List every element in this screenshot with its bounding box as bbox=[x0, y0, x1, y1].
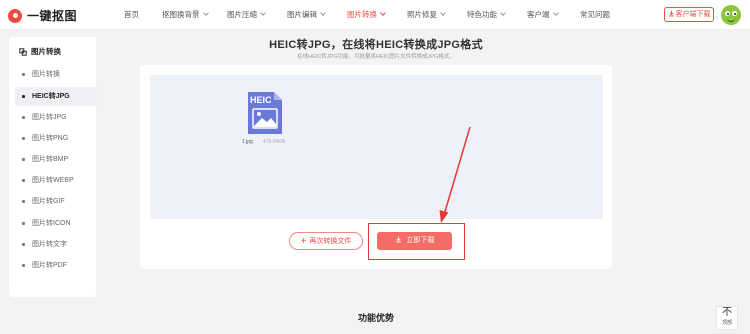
sidebar-item-to-gif[interactable]: 图片转GIF bbox=[15, 192, 97, 211]
logo-icon bbox=[8, 8, 22, 23]
sidebar-item-to-text[interactable]: 图片转文字 bbox=[15, 235, 97, 254]
chevron-down-icon bbox=[380, 10, 386, 16]
sidebar-title: 图片转换 bbox=[19, 46, 61, 57]
file-name: 1.jpg bbox=[242, 139, 253, 145]
nav-label: 图片压缩 bbox=[227, 10, 257, 19]
avatar[interactable] bbox=[721, 5, 741, 25]
site-logo[interactable]: 一键抠图 bbox=[8, 7, 77, 24]
nav-item-image-convert[interactable]: 图片转换 bbox=[347, 0, 386, 30]
nav-label: 图片编辑 bbox=[287, 10, 317, 19]
nav-item-photo-repair[interactable]: 照片修复 bbox=[407, 0, 446, 30]
nav-label: 首页 bbox=[124, 10, 139, 19]
avatar-mouth bbox=[727, 18, 735, 22]
nav-item-special-features[interactable]: 特色功能 bbox=[467, 0, 506, 30]
nav-item-image-edit[interactable]: 图片编辑 bbox=[287, 0, 326, 30]
back-to-top-icon: 不 bbox=[722, 307, 732, 318]
sidebar-item-to-bmp[interactable]: 图片转BMP bbox=[15, 150, 97, 169]
nav-item-faq[interactable]: 常见问题 bbox=[580, 0, 610, 30]
download-icon bbox=[668, 10, 674, 17]
convert-again-label: 再次转换文件 bbox=[309, 238, 352, 245]
sidebar-item-heic-to-jpg[interactable]: HEIC转JPG bbox=[15, 87, 97, 106]
features-section-title: 功能优势 bbox=[357, 313, 394, 323]
nav-label: 照片修复 bbox=[407, 10, 437, 19]
top-header: 一键抠图 首页 抠图换背景 图片压缩 图片编辑 图片转换 照片修复 特色功能 客… bbox=[0, 0, 750, 30]
convert-again-button[interactable]: + 再次转换文件 bbox=[289, 232, 363, 250]
sidebar-item-to-jpg[interactable]: 图片转JPG bbox=[15, 108, 97, 127]
chevron-down-icon bbox=[260, 10, 266, 16]
page-title: HEIC转JPG，在线将HEIC转换成JPG格式 bbox=[269, 39, 483, 51]
sidebar-item-to-webp[interactable]: 图片转WEBP bbox=[15, 171, 97, 190]
avatar-eye bbox=[732, 11, 737, 16]
plus-icon: + bbox=[300, 236, 307, 247]
chevron-down-icon bbox=[440, 10, 446, 16]
chevron-down-icon bbox=[500, 10, 506, 16]
nav-label: 特色功能 bbox=[467, 10, 497, 19]
sidebar-item-to-png[interactable]: 图片转PNG bbox=[15, 129, 97, 148]
nav-label: 图片转换 bbox=[347, 10, 377, 19]
logo-text: 一键抠图 bbox=[27, 9, 78, 23]
nav-label: 抠图换背景 bbox=[162, 10, 200, 19]
back-to-top-label: 顶部 bbox=[721, 320, 732, 326]
sidebar-item-image-convert[interactable]: 图片转换 bbox=[15, 65, 97, 84]
chevron-down-icon bbox=[552, 10, 559, 16]
download-now-button[interactable]: 立即下载 bbox=[377, 232, 452, 250]
file-drop-area[interactable] bbox=[150, 75, 603, 219]
download-now-label: 立即下载 bbox=[406, 237, 435, 244]
nav-item-home[interactable]: 首页 bbox=[124, 0, 139, 30]
nav-item-image-compress[interactable]: 图片压缩 bbox=[227, 0, 266, 30]
chevron-down-icon bbox=[320, 10, 326, 16]
sidebar-title-label: 图片转换 bbox=[31, 47, 61, 56]
heic-file-icon[interactable]: HEIC bbox=[247, 91, 283, 135]
client-download-button[interactable]: 客户端下载 bbox=[664, 7, 714, 22]
nav-label: 客户端 bbox=[527, 10, 550, 19]
sidebar-item-to-pdf[interactable]: 图片转PDF bbox=[15, 256, 97, 275]
download-icon bbox=[395, 236, 401, 243]
nav-label: 常见问题 bbox=[580, 10, 610, 19]
sidebar-item-to-icon[interactable]: 图片转ICON bbox=[15, 214, 97, 233]
convert-icon bbox=[19, 47, 27, 56]
chevron-down-icon bbox=[202, 10, 209, 16]
sidebar: 图片转换 图片转换 HEIC转JPG 图片转JPG 图片转PNG 图片转BMP … bbox=[9, 37, 97, 297]
avatar-eye bbox=[725, 11, 730, 16]
nav-item-client[interactable]: 客户端 bbox=[527, 0, 559, 30]
back-to-top-button[interactable]: 不 顶部 bbox=[716, 306, 738, 330]
file-size: 479.04KB bbox=[263, 139, 285, 145]
file-type-badge: HEIC bbox=[250, 95, 272, 105]
nav-item-cutout-background[interactable]: 抠图换背景 bbox=[162, 0, 209, 30]
client-download-label: 客户端下载 bbox=[675, 11, 711, 18]
page-subtitle: 在线HEIC转JPG功能，可批量将HEIC图片文件转换成JPG格式。 bbox=[297, 54, 455, 60]
